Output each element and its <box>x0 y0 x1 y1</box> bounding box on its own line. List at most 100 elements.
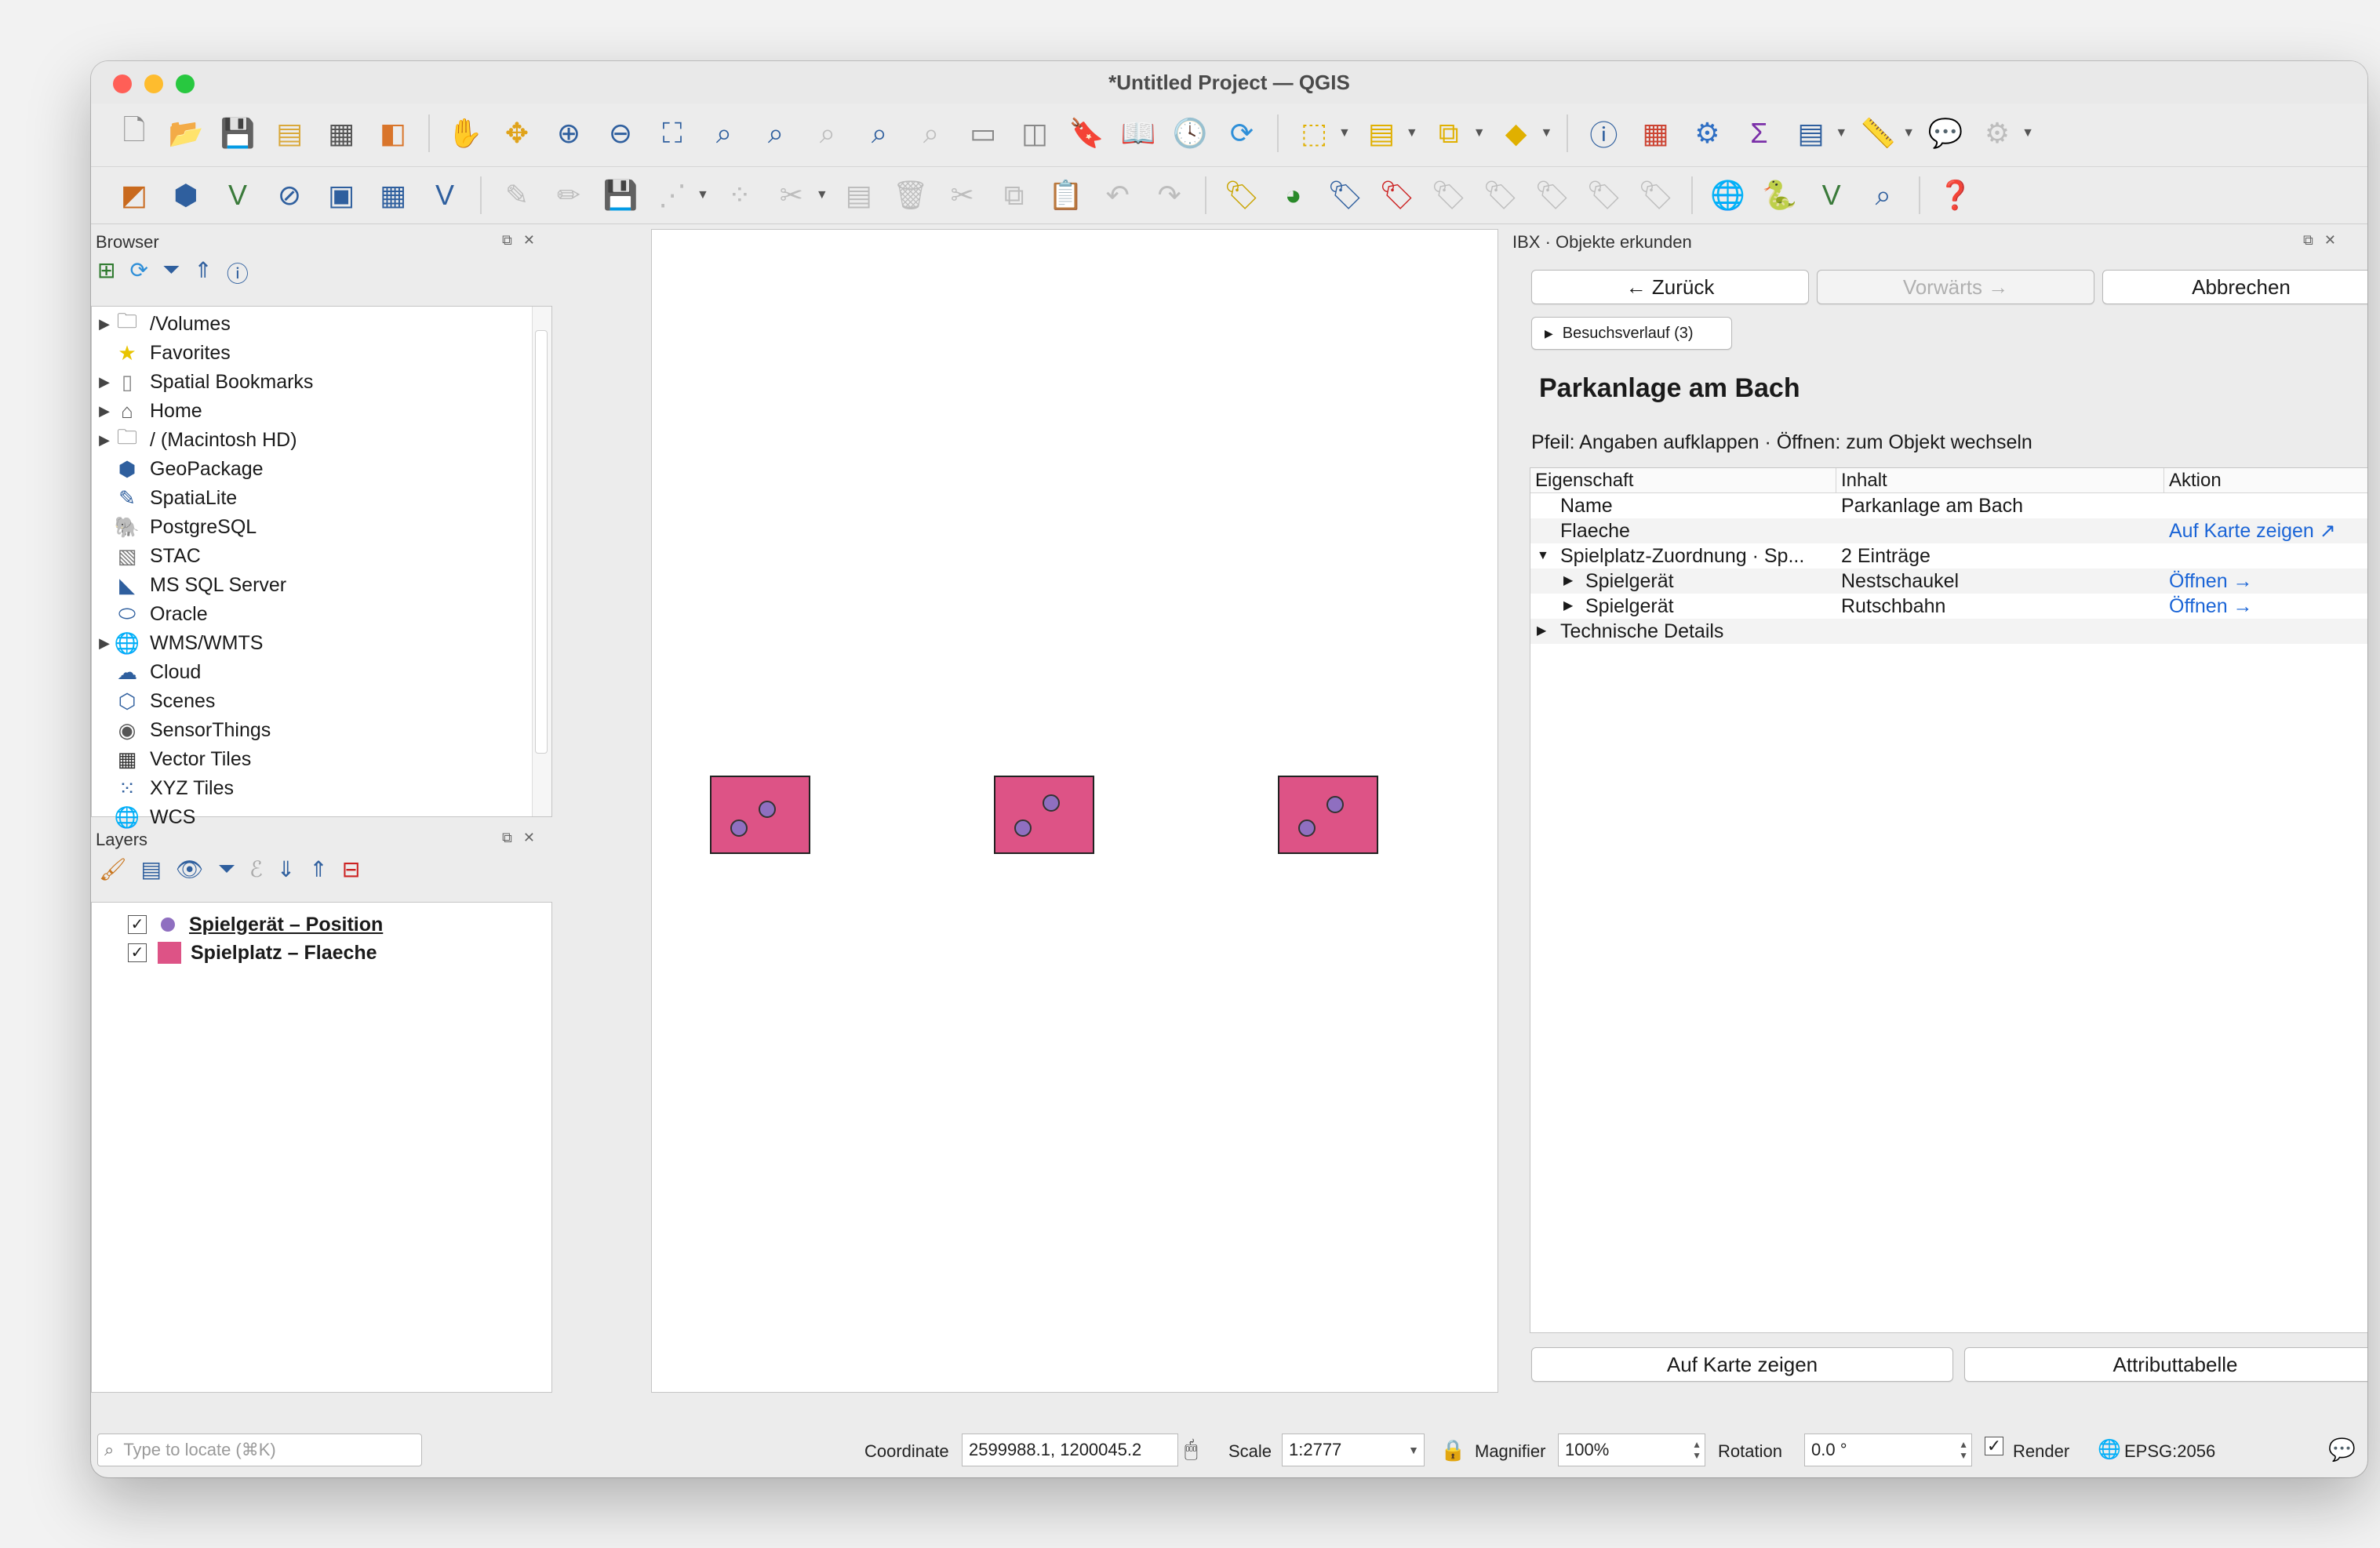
attribute-table-button[interactable]: Attributtabelle <box>1964 1347 2367 1382</box>
plugins-icon[interactable]: ⚙ <box>1976 112 2018 154</box>
chevron-right-icon[interactable]: ▶ <box>1537 619 1546 644</box>
collapse-all-icon[interactable]: ⇑ <box>309 856 327 882</box>
open-object-link[interactable]: Öffnen → <box>2169 569 2253 594</box>
chevron-down-icon[interactable]: ▼ <box>1902 126 1915 140</box>
chevron-down-icon[interactable]: ▼ <box>2022 126 2034 140</box>
open-project-icon[interactable]: 📂 <box>165 112 207 154</box>
zoom-in-icon[interactable]: ⊕ <box>548 112 590 154</box>
diagram-tool-icon[interactable]: ◕ <box>1272 174 1315 216</box>
map-tips-icon[interactable]: 💬 <box>1924 112 1967 154</box>
open-object-link[interactable]: Öffnen → <box>2169 594 2253 619</box>
layer-row-flaeche[interactable]: ✓ Spielplatz – Flaeche <box>92 939 377 967</box>
browser-item[interactable]: ▦ Vector Tiles <box>92 745 252 773</box>
copy-features-icon[interactable]: ⧉ <box>993 174 1035 216</box>
browser-item[interactable]: ⬢ GeoPackage <box>92 455 264 483</box>
pin-labels-icon[interactable]: 🏷 <box>1324 174 1366 216</box>
statistical-summary-icon[interactable]: Σ <box>1738 112 1780 154</box>
modify-attributes-icon[interactable]: ✂ <box>770 174 813 216</box>
rotate-label-icon[interactable]: 🏷 <box>1531 174 1574 216</box>
chevron-right-icon[interactable]: ▶ <box>1563 594 1573 619</box>
chevron-down-icon[interactable]: ▼ <box>1541 126 1553 140</box>
browser-item[interactable]: ▶ 🌐 WMS/WMTS <box>92 629 263 657</box>
browser-item[interactable]: ⁙ XYZ Tiles <box>92 774 234 802</box>
filter-by-expression-icon[interactable]: ℰ <box>249 856 263 882</box>
chevron-down-icon[interactable]: ▼ <box>1473 126 1486 140</box>
manage-visibility-icon[interactable]: 👁 <box>176 856 204 882</box>
python-console-icon[interactable]: 🐍 <box>1759 174 1801 216</box>
collapse-all-icon[interactable]: ⇑ <box>194 257 212 289</box>
zoom-to-layer-icon[interactable]: ⌕ <box>755 112 797 154</box>
add-vector-layer-plus-icon[interactable]: V <box>1810 174 1853 216</box>
layer-row-position[interactable]: ✓ Spielgerät – Position <box>92 910 383 939</box>
new-geopackage-layer-icon[interactable]: ⬢ <box>165 174 207 216</box>
float-panel-icon[interactable]: ⧉ <box>2303 232 2313 249</box>
chevron-down-icon[interactable]: ▼ <box>1408 1444 1419 1456</box>
add-mesh-layer-icon[interactable]: ▦ <box>372 174 414 216</box>
chevron-down-icon[interactable]: ▼ <box>1537 543 1549 569</box>
identify-features-icon[interactable]: ⓘ <box>1582 112 1625 154</box>
magnifier-field[interactable]: 100% ▲ ▼ <box>1558 1434 1705 1466</box>
new-3d-map-view-icon[interactable]: ◫ <box>1014 112 1056 154</box>
digitize-line-icon[interactable]: ⋰ <box>651 174 693 216</box>
new-bookmark-icon[interactable]: 🔖 <box>1065 112 1108 154</box>
cancel-button[interactable]: Abbrechen <box>2102 270 2367 304</box>
deselect-icon[interactable]: ⧉ <box>1428 112 1470 154</box>
label-properties-icon[interactable]: 🏷 <box>1635 174 1677 216</box>
browser-scrollbar[interactable] <box>532 307 551 816</box>
crs-globe-icon[interactable]: 🌐 <box>2098 1438 2121 1461</box>
cut-features-icon[interactable]: ✂ <box>941 174 984 216</box>
rotation-field[interactable]: 0.0 ° ▲ ▼ <box>1804 1434 1972 1466</box>
layout-manager-icon[interactable]: ▦ <box>320 112 362 154</box>
redo-icon[interactable]: ↷ <box>1148 174 1191 216</box>
new-map-view-icon[interactable]: ▭ <box>962 112 1004 154</box>
open-layer-styling-icon[interactable]: 🖌 <box>99 856 127 882</box>
table-row[interactable]: Flaeche Auf Karte zeigen ↗ <box>1530 518 2367 543</box>
browser-item[interactable]: ▶ 🗀 /Volumes <box>92 309 231 338</box>
browser-item[interactable]: ▶ 🗀 / (Macintosh HD) <box>92 425 297 454</box>
table-row[interactable]: ▶ Spielgerät Rutschbahn Öffnen → <box>1530 594 2367 619</box>
zoom-to-selection-icon[interactable]: ⌕ <box>703 112 745 154</box>
render-checkbox[interactable]: ✓ <box>1985 1437 2003 1455</box>
browser-item[interactable]: ◣ MS SQL Server <box>92 571 286 599</box>
style-manager-icon[interactable]: ◧ <box>372 112 414 154</box>
save-project-icon[interactable]: 💾 <box>217 112 259 154</box>
chevron-down-icon[interactable]: ▼ <box>1406 126 1418 140</box>
zoom-out-icon[interactable]: ⊖ <box>599 112 642 154</box>
select-features-icon[interactable]: ⬚ <box>1293 112 1335 154</box>
chevron-right-icon[interactable]: ▶ <box>95 403 114 420</box>
change-label-icon[interactable]: 🏷 <box>1583 174 1625 216</box>
zoom-next-icon[interactable]: ⌕ <box>910 112 952 154</box>
lock-scale-icon[interactable]: 🔒 <box>1440 1438 1465 1463</box>
table-row[interactable]: ▼ Spielplatz-Zuordnung · Sp... 2 Einträg… <box>1530 543 2367 569</box>
back-button[interactable]: ← Zurück <box>1531 270 1809 304</box>
refresh-icon[interactable]: ⟳ <box>1221 112 1263 154</box>
browser-item[interactable]: ☁ Cloud <box>92 658 201 686</box>
move-label-icon[interactable]: 🏷 <box>1479 174 1522 216</box>
filter-legend-icon[interactable]: ⏷ <box>218 856 235 882</box>
browser-item[interactable]: ⬡ Scenes <box>92 687 216 715</box>
layer-visibility-checkbox[interactable]: ✓ <box>128 915 147 934</box>
measure-line-icon[interactable]: 📏 <box>1857 112 1899 154</box>
add-group-icon[interactable]: ▤ <box>141 856 162 882</box>
forward-button[interactable]: Vorwärts → <box>1817 270 2094 304</box>
chevron-right-icon[interactable]: ▶ <box>95 432 114 449</box>
new-print-layout-icon[interactable]: ▤ <box>268 112 311 154</box>
stepper-icon[interactable]: ▲ ▼ <box>1959 1439 1968 1461</box>
column-header-inhalt[interactable]: Inhalt <box>1836 468 2164 493</box>
expand-all-icon[interactable]: ⇓ <box>277 856 295 882</box>
undo-icon[interactable]: ↶ <box>1097 174 1139 216</box>
scrollbar-thumb[interactable] <box>535 330 548 754</box>
chevron-right-icon[interactable]: ▶ <box>95 635 114 652</box>
playground-polygon[interactable] <box>1278 776 1378 854</box>
equipment-point[interactable] <box>759 801 776 818</box>
history-button[interactable]: ▶ Besuchsverlauf (3) <box>1531 317 1732 350</box>
processing-toolbox-icon[interactable]: ⚙ <box>1686 112 1728 154</box>
chevron-down-icon[interactable]: ▼ <box>1338 126 1351 140</box>
pan-to-selection-icon[interactable]: ✥ <box>496 112 538 154</box>
table-row[interactable]: ▶ Technische Details <box>1530 619 2367 644</box>
browser-item[interactable]: 🐘 PostgreSQL <box>92 513 257 541</box>
save-edits-icon[interactable]: 💾 <box>599 174 642 216</box>
browser-item[interactable]: ⬭ Oracle <box>92 600 208 628</box>
equipment-point[interactable] <box>1326 796 1344 813</box>
browser-item[interactable]: ▧ STAC <box>92 542 201 570</box>
